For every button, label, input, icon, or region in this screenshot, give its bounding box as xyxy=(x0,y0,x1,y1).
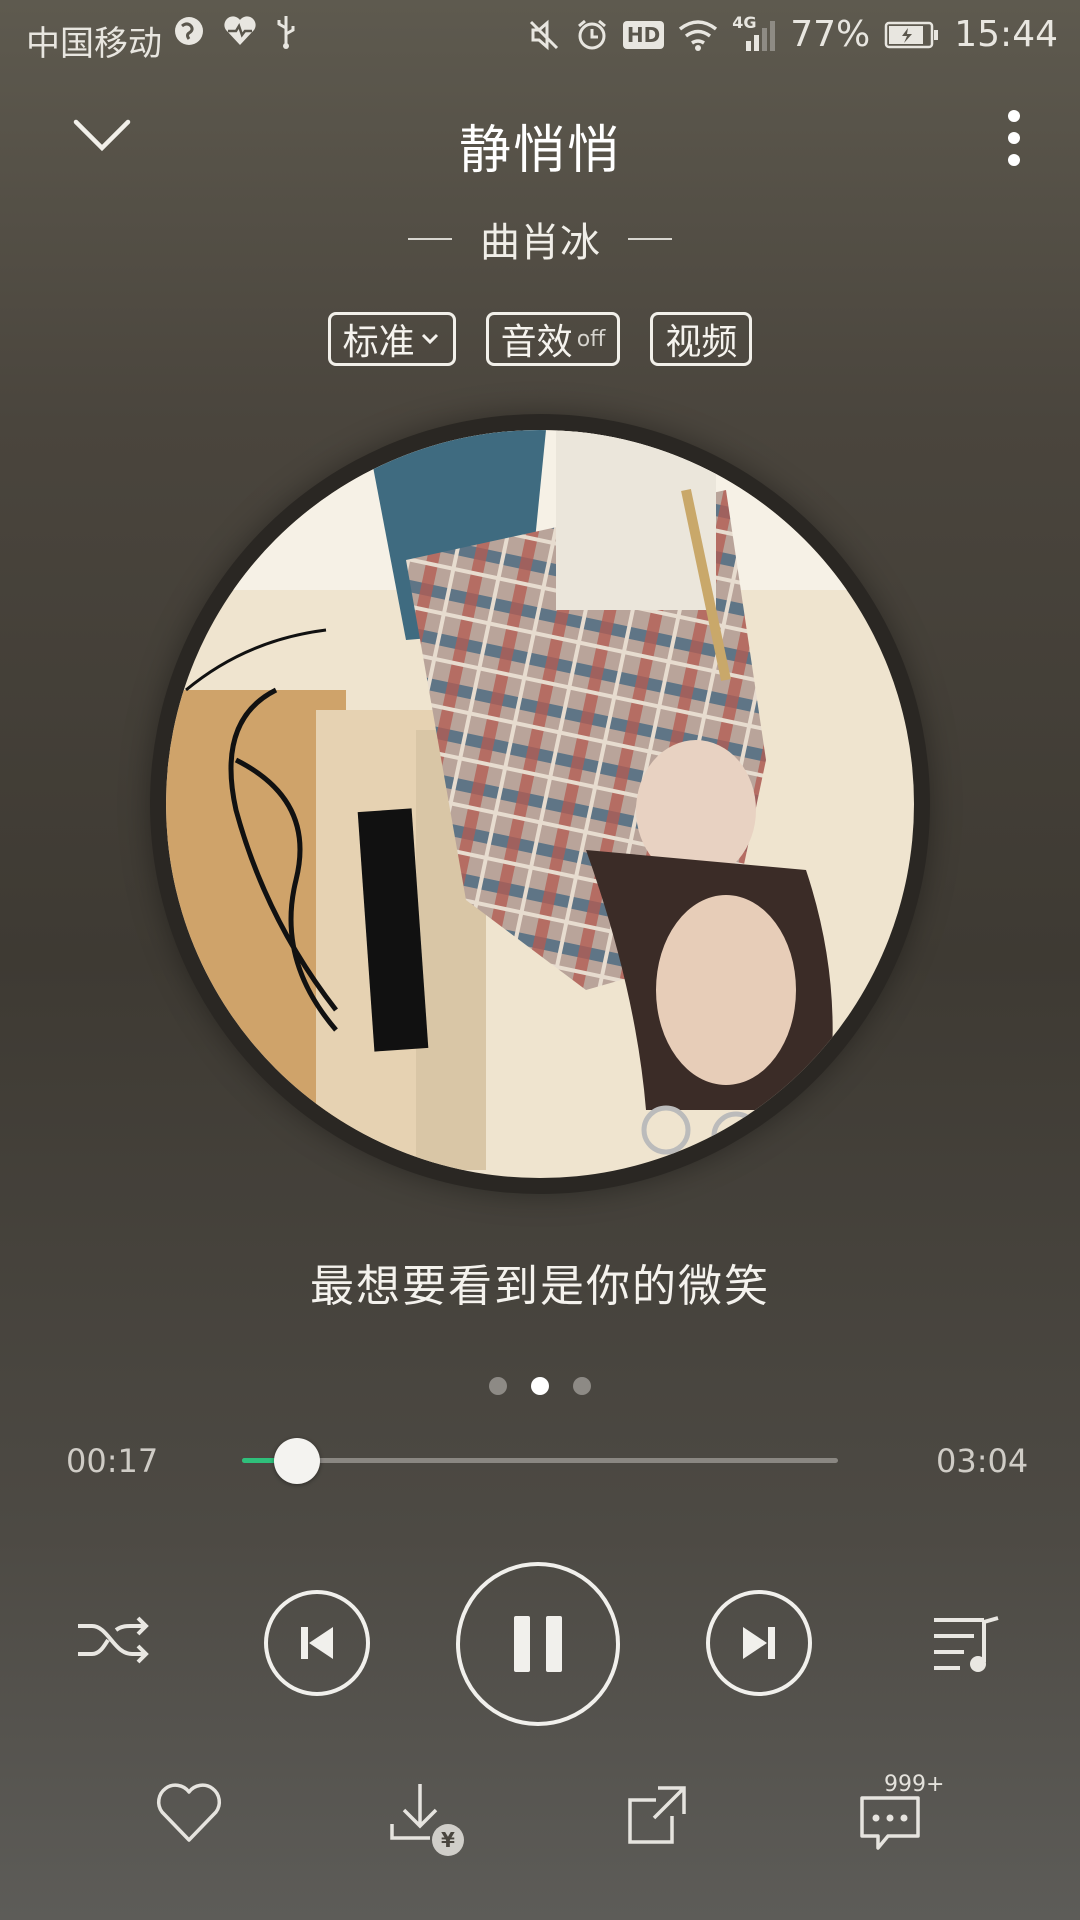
svg-text:¥: ¥ xyxy=(441,1828,455,1852)
carrier-label: 中国移动 xyxy=(26,24,162,64)
more-icon[interactable] xyxy=(1000,108,1028,168)
heart-icon[interactable] xyxy=(154,1782,224,1844)
video-button[interactable]: 视频 xyxy=(650,312,753,366)
pager-dot[interactable] xyxy=(489,1377,507,1395)
artist-dash-left xyxy=(408,238,452,240)
comment-count-badge: 999+ xyxy=(884,1772,945,1797)
mute-icon xyxy=(529,19,558,50)
previous-button[interactable] xyxy=(264,1590,370,1696)
shuffle-icon xyxy=(78,1616,149,1664)
song-title: 静悄悄 xyxy=(458,121,621,181)
pause-icon xyxy=(514,1616,562,1672)
video-label: 视频 xyxy=(665,322,738,363)
sound-effect-button[interactable]: 音效 off xyxy=(485,312,621,366)
download-icon[interactable]: ¥ xyxy=(390,1780,470,1860)
total-time: 03:04 xyxy=(936,1442,1029,1480)
album-cover[interactable] xyxy=(166,430,914,1178)
signal-icon xyxy=(746,20,776,51)
hd-badge: HD xyxy=(622,20,665,49)
pager-dot-active[interactable] xyxy=(531,1377,549,1395)
current-lyric[interactable]: 最想要看到是你的微笑 xyxy=(0,1250,1080,1314)
next-icon xyxy=(743,1627,775,1659)
globe-icon xyxy=(175,17,203,45)
playlist-icon xyxy=(934,1616,999,1672)
status-bar: 中国移动 HD 4G 77% 15:44 xyxy=(0,0,1080,76)
artist-name[interactable]: 曲肖冰 xyxy=(480,210,600,268)
option-chips: 标准 音效 off 视频 xyxy=(0,312,1080,366)
effect-label: 音效 xyxy=(500,322,573,363)
quality-label: 标准 xyxy=(342,322,415,363)
effect-state: off xyxy=(576,326,606,352)
signal-block: 4G xyxy=(732,13,776,53)
pager-dot[interactable] xyxy=(573,1377,591,1395)
status-left-icons xyxy=(172,14,298,50)
shuffle-button[interactable] xyxy=(76,1612,150,1668)
chevron-down-icon xyxy=(421,333,438,345)
previous-icon xyxy=(301,1627,333,1659)
elapsed-time: 00:17 xyxy=(66,1442,159,1480)
album-cover-art xyxy=(166,430,914,1178)
clock: 15:44 xyxy=(954,14,1058,55)
status-right: HD 4G 77% 15:44 xyxy=(527,13,1058,55)
wifi-icon xyxy=(679,19,718,51)
pager-dots xyxy=(0,1377,1080,1395)
playlist-button[interactable] xyxy=(932,1612,1002,1674)
battery-icon xyxy=(885,21,939,48)
share-icon[interactable] xyxy=(626,1784,688,1846)
battery-percent: 77% xyxy=(790,14,871,55)
quality-button[interactable]: 标准 xyxy=(327,312,456,366)
pause-button[interactable] xyxy=(456,1562,620,1726)
progress-track[interactable] xyxy=(242,1458,838,1463)
health-icon xyxy=(224,16,256,45)
progress-thumb[interactable] xyxy=(274,1438,320,1484)
alarm-icon xyxy=(577,19,606,49)
usb-icon xyxy=(277,16,295,49)
artist-dash-right xyxy=(628,238,672,240)
artist-row: 曲肖冰 xyxy=(0,210,1080,268)
next-button[interactable] xyxy=(706,1590,812,1696)
